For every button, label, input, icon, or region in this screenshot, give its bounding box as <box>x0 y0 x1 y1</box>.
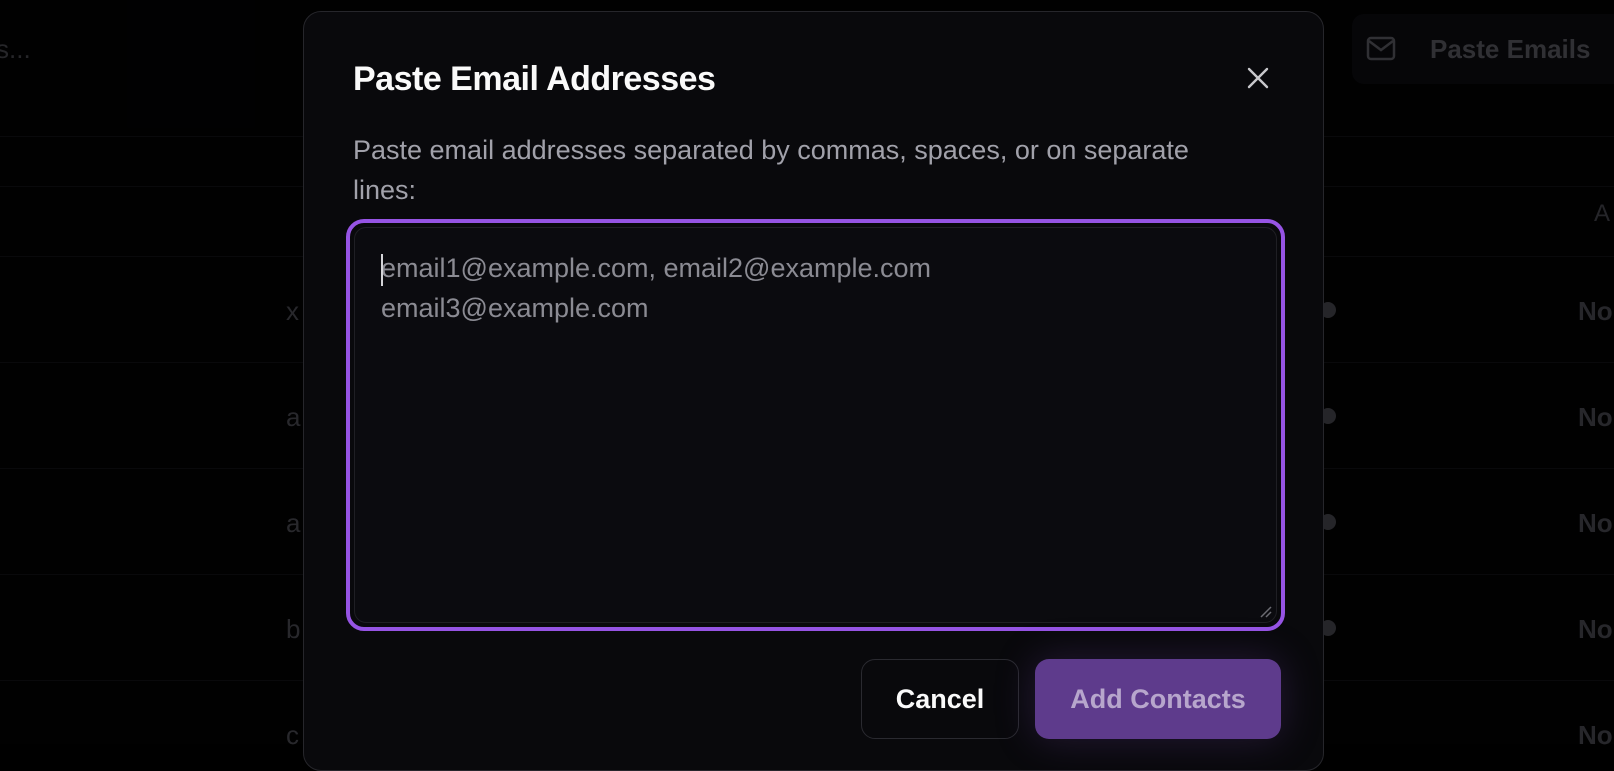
dialog-description: Paste email addresses separated by comma… <box>353 135 1189 205</box>
email-textarea-focus-ring <box>346 219 1285 631</box>
close-button[interactable] <box>1244 64 1272 92</box>
dialog-title: Paste Email Addresses <box>353 60 716 98</box>
email-textarea[interactable] <box>355 228 1276 622</box>
close-icon <box>1244 67 1272 96</box>
resize-handle-icon[interactable] <box>1258 604 1272 618</box>
paste-emails-dialog: Paste Email Addresses Paste email addres… <box>303 11 1324 771</box>
cancel-button[interactable]: Cancel <box>861 659 1019 739</box>
add-contacts-button[interactable]: Add Contacts <box>1035 659 1281 739</box>
text-caret <box>381 254 383 286</box>
email-textarea-container <box>354 227 1277 623</box>
